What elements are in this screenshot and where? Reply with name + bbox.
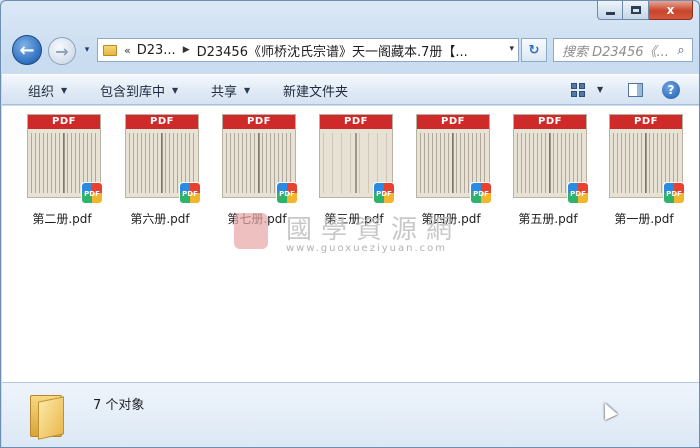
mouse-cursor-icon xyxy=(598,399,618,421)
thumbnail-header: PDF xyxy=(417,115,489,129)
back-arrow-icon: ← xyxy=(19,39,35,61)
address-bar[interactable]: « D23... ▶ D23456《师桥沈氏宗谱》天一阁藏本.7册【... ▾ xyxy=(97,38,519,62)
chevron-down-icon: ▼ xyxy=(244,85,251,95)
minimize-button[interactable] xyxy=(597,1,623,20)
thumbnail-header: PDF xyxy=(28,115,100,129)
page-fold xyxy=(258,133,260,193)
folder-icon xyxy=(30,391,66,440)
file-item[interactable]: PDF PDF 第四册.pdf xyxy=(404,114,498,230)
folder-icon xyxy=(103,44,117,56)
overflow-chevron[interactable]: « xyxy=(124,44,131,57)
close-icon: x xyxy=(666,3,675,17)
page-fold xyxy=(549,133,551,193)
breadcrumb-arrow-icon[interactable]: ▶ xyxy=(183,45,190,55)
change-view-icon[interactable] xyxy=(571,83,585,97)
pdf-app-icon: PDF xyxy=(276,182,298,204)
pdf-app-icon: PDF xyxy=(567,182,589,204)
share-label: 共享 xyxy=(211,84,238,100)
address-dropdown-icon[interactable]: ▾ xyxy=(509,44,514,54)
thumbnail-header: PDF xyxy=(126,115,198,129)
forward-button[interactable]: → xyxy=(48,37,76,65)
file-name: 第五册.pdf xyxy=(518,212,578,226)
breadcrumb-segment[interactable]: D23... xyxy=(137,43,176,58)
file-item[interactable]: PDF PDF 第二册.pdf xyxy=(15,114,109,230)
organize-label: 组织 xyxy=(28,84,55,100)
include-label: 包含到库中 xyxy=(100,84,166,100)
pdf-app-icon: PDF xyxy=(663,182,685,204)
file-name: 第二册.pdf xyxy=(32,212,92,226)
page-fold xyxy=(63,133,65,193)
help-icon[interactable]: ? xyxy=(662,81,680,99)
page-fold xyxy=(452,133,454,193)
file-item[interactable]: PDF PDF 第一册.pdf xyxy=(597,114,691,230)
pdf-app-icon: PDF xyxy=(81,182,103,204)
thumbnail-header: PDF xyxy=(514,115,586,129)
watermark-url: www.guoxueziyuan.com xyxy=(286,243,447,254)
page-fold xyxy=(355,133,357,193)
details-pane: 7 个对象 xyxy=(2,382,699,447)
file-item[interactable]: PDF PDF 第七册.pdf xyxy=(210,114,304,230)
maximize-button[interactable] xyxy=(623,1,649,20)
pdf-app-icon: PDF xyxy=(179,182,201,204)
search-icon[interactable]: ⌕ xyxy=(670,43,692,58)
chevron-down-icon: ▼ xyxy=(61,85,68,95)
refresh-icon: ↻ xyxy=(528,42,540,58)
minimize-icon xyxy=(605,11,615,15)
breadcrumb-segment-current[interactable]: D23456《师桥沈氏宗谱》天一阁藏本.7册【... xyxy=(197,41,468,60)
pdf-app-icon: PDF xyxy=(470,182,492,204)
recent-pages-dropdown[interactable]: ▾ xyxy=(81,45,93,57)
forward-arrow-icon: → xyxy=(55,41,69,61)
search-input[interactable]: 搜索 D23456《... ⌕ xyxy=(553,38,693,62)
back-button[interactable]: ← xyxy=(12,35,42,65)
caption-buttons: x xyxy=(597,1,693,20)
file-name: 第三册.pdf xyxy=(324,212,384,226)
file-name: 第七册.pdf xyxy=(227,212,287,226)
search-placeholder: 搜索 D23456《... xyxy=(562,44,669,60)
file-item[interactable]: PDF PDF 第六册.pdf xyxy=(113,114,207,230)
refresh-button[interactable]: ↻ xyxy=(521,38,547,62)
close-button[interactable]: x xyxy=(649,1,693,20)
explorer-window: x ← → ▾ « D23... ▶ D23456《师桥沈氏宗谱》天一阁藏本.7… xyxy=(0,0,700,448)
page-fold xyxy=(645,133,647,193)
command-toolbar: 组织 ▼ 包含到库中 ▼ 共享 ▼ 新建文件夹 ▼ ? xyxy=(2,74,699,105)
navigation-bar: ← → ▾ « D23... ▶ D23456《师桥沈氏宗谱》天一阁藏本.7册【… xyxy=(1,33,699,69)
item-count: 7 个对象 xyxy=(93,398,145,413)
thumbnail-header: PDF xyxy=(223,115,295,129)
file-item[interactable]: PDF PDF 第五册.pdf xyxy=(501,114,595,230)
file-list[interactable]: PDF PDF 第二册.pdf PDF PDF 第六册.pdf PDF PDF 第七册.pdf P… xyxy=(2,106,699,382)
maximize-icon xyxy=(630,6,641,14)
file-name: 第四册.pdf xyxy=(421,212,481,226)
organize-menu-button[interactable]: 组织 ▼ xyxy=(28,75,67,105)
new-folder-label: 新建文件夹 xyxy=(283,84,349,100)
file-item[interactable]: PDF PDF 第三册.pdf xyxy=(307,114,401,230)
file-name: 第六册.pdf xyxy=(130,212,190,226)
pdf-app-icon: PDF xyxy=(373,182,395,204)
preview-pane-icon[interactable] xyxy=(628,83,643,97)
new-folder-button[interactable]: 新建文件夹 xyxy=(283,75,348,105)
view-options-dropdown[interactable]: ▼ xyxy=(597,85,603,94)
thumbnail-header: PDF xyxy=(320,115,392,129)
chevron-down-icon: ▼ xyxy=(172,85,179,95)
include-in-library-button[interactable]: 包含到库中 ▼ xyxy=(100,75,178,105)
file-name: 第一册.pdf xyxy=(614,212,674,226)
thumbnail-header: PDF xyxy=(610,115,682,129)
share-menu-button[interactable]: 共享 ▼ xyxy=(211,75,250,105)
page-fold xyxy=(161,133,163,193)
